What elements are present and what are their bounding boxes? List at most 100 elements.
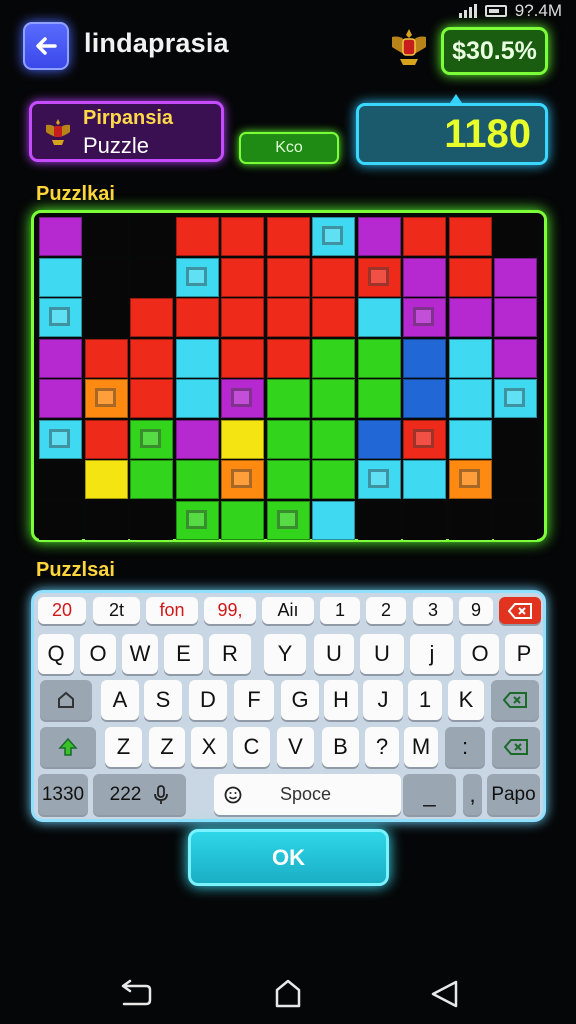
board-tile[interactable]	[221, 419, 264, 459]
key-u[interactable]: U	[314, 634, 354, 674]
board-tile[interactable]	[403, 338, 446, 378]
board-tile[interactable]	[312, 379, 355, 418]
board-tile[interactable]	[39, 217, 82, 256]
key-s[interactable]: S	[144, 680, 182, 720]
board-tile[interactable]	[266, 298, 310, 337]
key-j[interactable]: j	[410, 634, 454, 674]
board-tile[interactable]	[448, 338, 492, 378]
board-tile[interactable]	[448, 298, 492, 337]
key-z[interactable]: Z	[149, 727, 185, 767]
board-tile[interactable]	[312, 500, 355, 540]
board-tile[interactable]	[175, 217, 219, 256]
board-tile[interactable]	[84, 419, 128, 459]
ok-button[interactable]: OK	[188, 829, 389, 886]
empty-cell[interactable]	[494, 217, 537, 256]
key-1330[interactable]: 1330	[38, 774, 88, 815]
key-shift[interactable]	[40, 727, 96, 767]
special-tile[interactable]	[39, 298, 82, 337]
board-tile[interactable]	[448, 257, 492, 297]
special-tile[interactable]	[312, 217, 355, 256]
special-tile[interactable]	[494, 379, 537, 418]
board-tile[interactable]	[175, 298, 219, 337]
empty-cell[interactable]	[357, 500, 401, 540]
board-tile[interactable]	[130, 379, 173, 418]
empty-cell[interactable]	[130, 500, 173, 540]
special-tile[interactable]	[84, 379, 128, 418]
key-fon[interactable]: fon	[146, 597, 198, 624]
board-tile[interactable]	[266, 338, 310, 378]
key-9[interactable]: 9	[459, 597, 493, 624]
key-f[interactable]: F	[234, 680, 274, 720]
empty-cell[interactable]	[84, 257, 128, 297]
board-tile[interactable]	[403, 257, 446, 297]
key-p[interactable]: P	[505, 634, 543, 674]
board-tile[interactable]	[39, 257, 82, 297]
board-tile[interactable]	[221, 500, 264, 540]
board-tile[interactable]	[84, 338, 128, 378]
key-1[interactable]: 1	[408, 680, 442, 720]
board-tile[interactable]	[175, 338, 219, 378]
special-tile[interactable]	[266, 500, 310, 540]
board-tile[interactable]	[175, 379, 219, 418]
board-tile[interactable]	[312, 338, 355, 378]
special-tile[interactable]	[357, 257, 401, 297]
key-m[interactable]: M	[404, 727, 438, 767]
empty-cell[interactable]	[494, 500, 537, 540]
board-tile[interactable]	[357, 217, 401, 256]
board-tile[interactable]	[357, 338, 401, 378]
board-tile[interactable]	[312, 257, 355, 297]
board-tile[interactable]	[175, 419, 219, 459]
special-tile[interactable]	[221, 460, 264, 499]
key-[interactable]: :	[445, 727, 485, 767]
board-tile[interactable]	[448, 217, 492, 256]
empty-cell[interactable]	[494, 460, 537, 499]
special-tile[interactable]	[175, 257, 219, 297]
empty-cell[interactable]	[84, 217, 128, 256]
key-mic[interactable]: 222	[93, 774, 186, 815]
key-ai[interactable]: Aiı	[262, 597, 314, 624]
kco-button[interactable]: Kco	[239, 132, 339, 164]
board-tile[interactable]	[221, 338, 264, 378]
key-e[interactable]: E	[164, 634, 203, 674]
key-u[interactable]: U	[360, 634, 404, 674]
board-tile[interactable]	[130, 460, 173, 499]
key-3[interactable]: 3	[413, 597, 453, 624]
board-tile[interactable]	[84, 460, 128, 499]
key-x[interactable]: X	[191, 727, 227, 767]
special-tile[interactable]	[39, 419, 82, 459]
back-nav-icon[interactable]	[121, 979, 152, 1006]
board-tile[interactable]	[494, 257, 537, 297]
board-tile[interactable]	[266, 257, 310, 297]
board-tile[interactable]	[39, 379, 82, 418]
back-button[interactable]	[23, 22, 69, 70]
board-tile[interactable]	[266, 217, 310, 256]
key-z[interactable]: Z	[105, 727, 142, 767]
empty-cell[interactable]	[448, 500, 492, 540]
key-backspace[interactable]	[499, 597, 541, 624]
key-emoji[interactable]: Spoce	[214, 774, 401, 815]
empty-cell[interactable]	[39, 460, 82, 499]
key-v[interactable]: V	[277, 727, 314, 767]
board-tile[interactable]	[494, 298, 537, 337]
key-j[interactable]: J	[363, 680, 403, 720]
key-[interactable]: ,	[463, 774, 482, 815]
key-b[interactable]: B	[322, 727, 359, 767]
key-home[interactable]	[40, 680, 92, 720]
puzzle-board[interactable]	[31, 210, 547, 542]
empty-cell[interactable]	[84, 500, 128, 540]
board-tile[interactable]	[448, 419, 492, 459]
key-q[interactable]: Q	[38, 634, 74, 674]
key-1[interactable]: 1	[320, 597, 360, 624]
board-tile[interactable]	[266, 460, 310, 499]
board-tile[interactable]	[494, 338, 537, 378]
key-g[interactable]: G	[281, 680, 319, 720]
special-tile[interactable]	[357, 460, 401, 499]
key-papo[interactable]: Papo	[487, 774, 540, 815]
key-a[interactable]: A	[101, 680, 139, 720]
key-y[interactable]: Y	[264, 634, 306, 674]
special-tile[interactable]	[403, 419, 446, 459]
special-tile[interactable]	[448, 460, 492, 499]
board-tile[interactable]	[403, 379, 446, 418]
key-r[interactable]: R	[209, 634, 251, 674]
key-99[interactable]: 99,	[204, 597, 256, 624]
